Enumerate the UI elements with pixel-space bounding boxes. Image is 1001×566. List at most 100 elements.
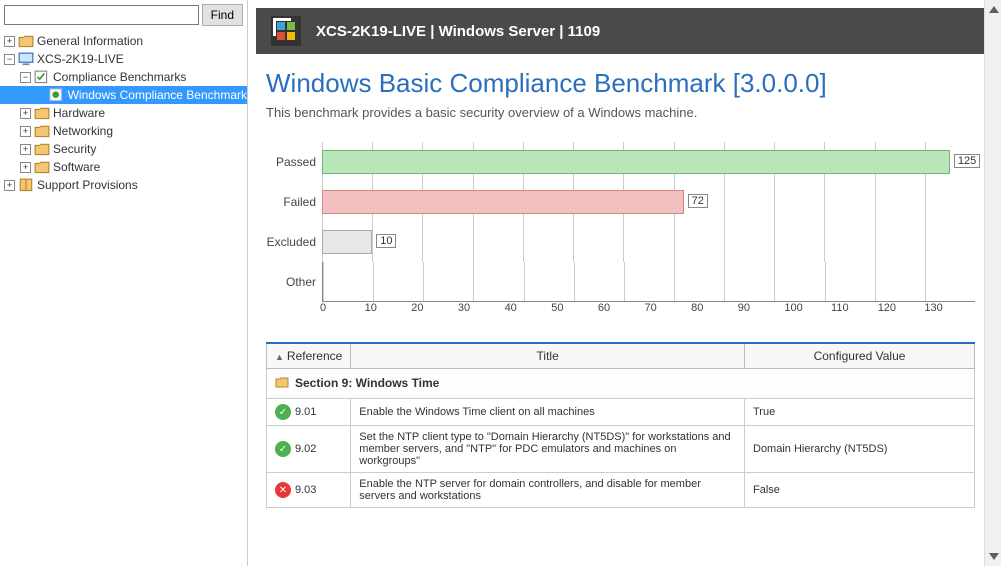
benchmark-icon bbox=[49, 88, 65, 102]
chart-tick: 10 bbox=[365, 302, 412, 314]
chart-value-label: 125 bbox=[954, 154, 980, 168]
expand-icon[interactable]: + bbox=[4, 36, 15, 47]
chart-category-label: Failed bbox=[266, 195, 322, 209]
chart-tick: 0 bbox=[320, 302, 367, 314]
tree-label: Windows Compliance Benchmark bbox=[68, 88, 247, 102]
tree-item-support-provisions[interactable]: + Support Provisions bbox=[0, 176, 247, 194]
chart-value-label: 10 bbox=[376, 234, 396, 248]
expand-icon[interactable]: + bbox=[4, 180, 15, 191]
chart-plot-area bbox=[322, 262, 975, 302]
tree-item-software[interactable]: + Software bbox=[0, 158, 247, 176]
collapse-icon[interactable]: − bbox=[20, 72, 31, 83]
nav-tree: + General Information − XCS-2K19-LIVE − … bbox=[0, 30, 247, 566]
chart-category-label: Other bbox=[266, 275, 322, 289]
cell-value: False bbox=[745, 473, 975, 508]
scroll-up-icon[interactable] bbox=[989, 6, 999, 13]
chart-tick: 40 bbox=[505, 302, 552, 314]
cell-value: Domain Hierarchy (NT5DS) bbox=[745, 426, 975, 473]
expand-icon[interactable]: + bbox=[20, 144, 31, 155]
chart-tick: 120 bbox=[878, 302, 925, 314]
tree-item-compliance-benchmarks[interactable]: − Compliance Benchmarks bbox=[0, 68, 247, 86]
collapse-icon[interactable]: − bbox=[4, 54, 15, 65]
cell-reference: ✕9.03 bbox=[267, 473, 351, 508]
folder-icon bbox=[34, 160, 50, 174]
cell-value: True bbox=[745, 399, 975, 426]
tree-label: Software bbox=[53, 160, 100, 174]
chart-row-failed: Failed 72 bbox=[266, 182, 975, 222]
cell-reference: ✓9.01 bbox=[267, 399, 351, 426]
folder-icon bbox=[34, 124, 50, 138]
cell-title: Enable the Windows Time client on all ma… bbox=[351, 399, 745, 426]
chart-row-passed: Passed125 bbox=[266, 142, 975, 182]
content-pane: XCS-2K19-LIVE | Windows Server | 1109 Wi… bbox=[248, 0, 1001, 566]
folder-icon bbox=[34, 106, 50, 120]
tree-label: Compliance Benchmarks bbox=[53, 70, 186, 84]
chart-tick: 80 bbox=[691, 302, 738, 314]
tree-item-machine[interactable]: − XCS-2K19-LIVE bbox=[0, 50, 247, 68]
chart-plot-area: 72 bbox=[322, 182, 975, 222]
chart-category-label: Passed bbox=[266, 155, 322, 169]
compliance-table: Reference Title Configured Value Section… bbox=[266, 342, 975, 508]
tree-label: Hardware bbox=[53, 106, 105, 120]
chart-row-other: Other bbox=[266, 262, 975, 302]
chart-row-excluded: Excluded 10 bbox=[266, 222, 975, 262]
main-content: Windows Basic Compliance Benchmark [3.0.… bbox=[248, 54, 1001, 566]
table-row[interactable]: ✓9.01Enable the Windows Time client on a… bbox=[267, 399, 975, 426]
folder-icon bbox=[18, 34, 34, 48]
compliance-chart: Passed125Failed72Excluded10Other 0102030… bbox=[266, 142, 975, 314]
col-title[interactable]: Title bbox=[351, 343, 745, 369]
chart-tick: 20 bbox=[411, 302, 458, 314]
tree-item-windows-compliance-benchmark[interactable]: Windows Compliance Benchmark bbox=[0, 86, 247, 104]
search-row: Find bbox=[0, 0, 247, 30]
chart-plot-area: 125 bbox=[322, 142, 975, 182]
folder-icon bbox=[34, 142, 50, 156]
cell-reference: ✓9.02 bbox=[267, 426, 351, 473]
chart-tick: 110 bbox=[831, 302, 878, 314]
tree-label: XCS-2K19-LIVE bbox=[37, 52, 124, 66]
tree-label: Networking bbox=[53, 124, 113, 138]
find-button[interactable]: Find bbox=[202, 4, 243, 26]
chart-tick: 30 bbox=[458, 302, 505, 314]
chart-tick: 100 bbox=[784, 302, 831, 314]
tree-label: Security bbox=[53, 142, 96, 156]
page-title: Windows Basic Compliance Benchmark [3.0.… bbox=[266, 68, 975, 99]
chart-category-label: Excluded bbox=[266, 235, 322, 249]
section-title: Section 9: Windows Time bbox=[295, 376, 439, 390]
chart-bar bbox=[322, 150, 950, 174]
titlebar-text: XCS-2K19-LIVE | Windows Server | 1109 bbox=[316, 23, 600, 40]
cell-title: Set the NTP client type to "Domain Hiera… bbox=[351, 426, 745, 473]
folder-icon bbox=[275, 376, 291, 391]
titlebar: XCS-2K19-LIVE | Windows Server | 1109 bbox=[256, 8, 993, 54]
tree-label: General Information bbox=[37, 34, 143, 48]
tree-item-networking[interactable]: + Networking bbox=[0, 122, 247, 140]
sidebar: Find + General Information − XCS-2K19-LI… bbox=[0, 0, 248, 566]
tree-label: Support Provisions bbox=[37, 178, 138, 192]
scroll-down-icon[interactable] bbox=[989, 553, 999, 560]
expand-icon[interactable]: + bbox=[20, 162, 31, 173]
tree-item-general-information[interactable]: + General Information bbox=[0, 32, 247, 50]
table-section-row[interactable]: Section 9: Windows Time bbox=[267, 369, 975, 399]
page-description: This benchmark provides a basic security… bbox=[266, 105, 975, 120]
scrollbar[interactable] bbox=[984, 0, 1001, 566]
chart-tick: 70 bbox=[644, 302, 691, 314]
machine-icon bbox=[18, 52, 34, 66]
col-configured-value[interactable]: Configured Value bbox=[745, 343, 975, 369]
chart-bar bbox=[322, 190, 684, 214]
chart-tick: 60 bbox=[598, 302, 645, 314]
chart-tick: 50 bbox=[551, 302, 598, 314]
search-input[interactable] bbox=[4, 5, 199, 25]
status-pass-icon: ✓ bbox=[275, 441, 291, 457]
table-row[interactable]: ✕9.03Enable the NTP server for domain co… bbox=[267, 473, 975, 508]
tree-item-security[interactable]: + Security bbox=[0, 140, 247, 158]
table-row[interactable]: ✓9.02Set the NTP client type to "Domain … bbox=[267, 426, 975, 473]
chart-value-label: 72 bbox=[688, 194, 708, 208]
expand-icon[interactable]: + bbox=[20, 108, 31, 119]
tree-item-hardware[interactable]: + Hardware bbox=[0, 104, 247, 122]
chart-x-axis: 0102030405060708090100110120130 bbox=[322, 302, 975, 314]
status-pass-icon: ✓ bbox=[275, 404, 291, 420]
book-icon bbox=[18, 178, 34, 192]
col-reference[interactable]: Reference bbox=[267, 343, 351, 369]
expand-icon[interactable]: + bbox=[20, 126, 31, 137]
chart-tick: 90 bbox=[738, 302, 785, 314]
status-fail-icon: ✕ bbox=[275, 482, 291, 498]
